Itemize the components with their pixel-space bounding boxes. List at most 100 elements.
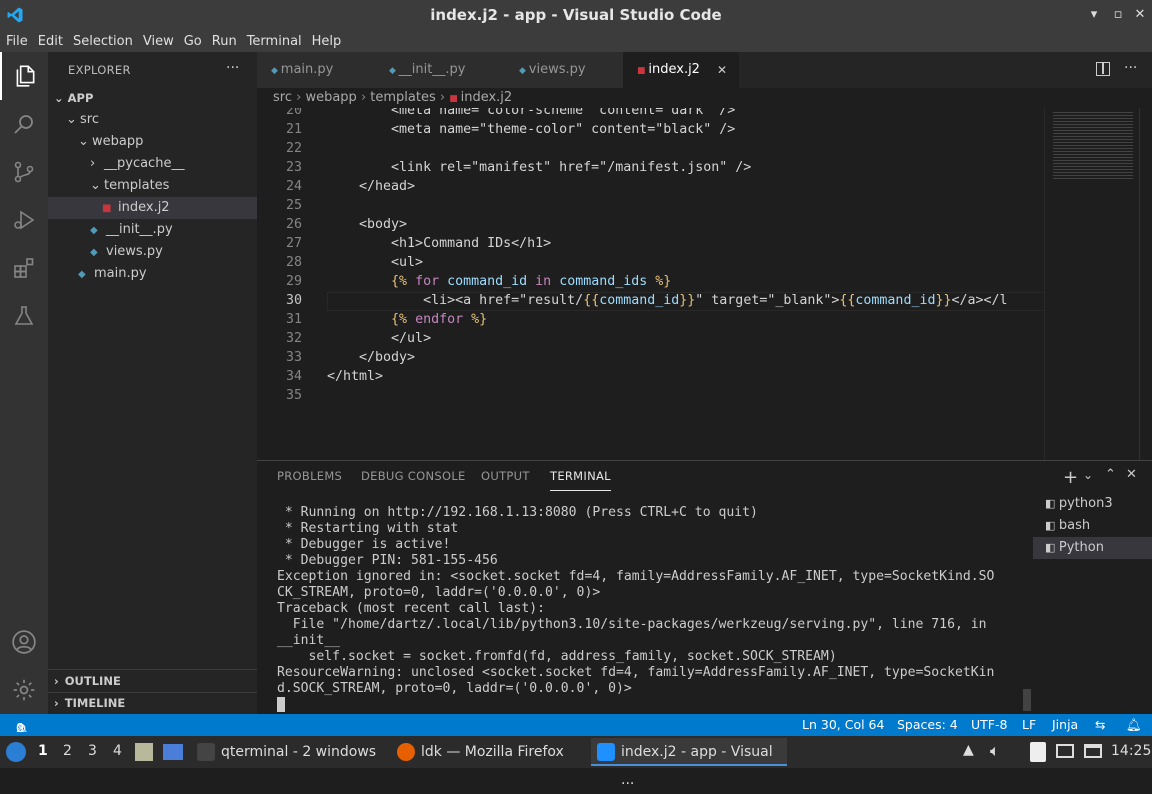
menu-go[interactable]: Go	[180, 34, 206, 49]
breadcrumb-item[interactable]: index.j2	[461, 90, 513, 105]
run-debug-icon[interactable]	[0, 196, 48, 244]
menu-edit[interactable]: Edit	[34, 34, 67, 49]
panel-tab-problems[interactable]: PROBLEMS	[277, 469, 342, 483]
split-editor-icon[interactable]	[1096, 62, 1110, 76]
accounts-icon[interactable]	[0, 618, 48, 666]
code-line: </body>	[327, 350, 416, 365]
menu-selection[interactable]: Selection	[69, 34, 137, 49]
terminal-line: self.socket = socket.fromfd(fd, address_…	[277, 649, 837, 664]
minimize-button[interactable]: ▾	[1084, 5, 1104, 25]
language-mode[interactable]: Jinja	[1052, 717, 1078, 732]
more-actions-icon[interactable]: ···	[226, 60, 239, 76]
tree-item[interactable]: ◆ views.py	[48, 241, 257, 263]
menu-file[interactable]: File	[2, 34, 32, 49]
clock: 14:25	[1111, 743, 1152, 759]
code-token: endfor	[415, 312, 472, 327]
more-actions-icon[interactable]: ···	[1124, 60, 1137, 76]
explorer-icon[interactable]	[0, 52, 48, 100]
start-menu-icon[interactable]	[6, 742, 26, 762]
code-token: command_id	[447, 274, 536, 289]
editor-scrollbar[interactable]	[1139, 108, 1152, 460]
code-token: {{	[839, 293, 856, 308]
menu-view[interactable]: View	[139, 34, 178, 49]
workspace-1[interactable]: 1	[38, 743, 48, 759]
volume-icon[interactable]: 🔈︎	[990, 741, 1000, 761]
minimap[interactable]	[1044, 108, 1139, 460]
search-icon[interactable]	[0, 100, 48, 148]
terminal-label: bash	[1058, 518, 1091, 533]
workspace-3[interactable]: 3	[88, 743, 97, 759]
menu-terminal[interactable]: Terminal	[243, 34, 306, 49]
breadcrumb-item[interactable]: templates	[370, 90, 435, 105]
tree-item[interactable]: › __pycache__	[48, 153, 257, 175]
settings-gear-icon[interactable]	[0, 666, 48, 714]
panel-tab-debug-console[interactable]: DEBUG CONSOLE	[361, 469, 466, 483]
menu-help[interactable]: Help	[308, 34, 346, 49]
end-of-line[interactable]: LF	[1022, 717, 1036, 732]
tab-main-py[interactable]: ◆ main.py	[257, 52, 375, 88]
breadcrumb-item[interactable]: webapp	[305, 90, 356, 105]
explorer-root[interactable]: ⌄ APP	[48, 87, 257, 109]
encoding[interactable]: UTF-8	[971, 717, 1007, 732]
tree-item-label: __init__.py	[106, 222, 173, 237]
terminal-instance[interactable]: ◧ Python	[1033, 537, 1152, 559]
tree-item[interactable]: ◆ main.py	[48, 263, 257, 285]
panel-tab-output[interactable]: OUTPUT	[481, 469, 530, 483]
code-editor[interactable]: 20 <meta name="color-scheme" content="da…	[257, 108, 1152, 460]
maximize-panel-icon[interactable]: ⌃	[1105, 467, 1116, 482]
terminal-line: * Debugger is active!	[277, 537, 451, 552]
timeline-section[interactable]: › TIMELINE	[48, 692, 257, 714]
screen-icon[interactable]	[1056, 744, 1074, 758]
jinja-file-icon: ■	[449, 94, 461, 104]
python-file-icon: ◆	[519, 66, 529, 76]
chevron-right-icon: ›	[356, 90, 371, 105]
code-token: }}	[935, 293, 952, 308]
tab-index-j2[interactable]: ■ index.j2 ✕	[623, 52, 739, 88]
chevron-down-icon[interactable]: ⌄	[1083, 468, 1093, 482]
new-terminal-icon[interactable]: +	[1063, 467, 1078, 488]
maximize-button[interactable]: ▫	[1108, 5, 1128, 25]
tab-views-py[interactable]: ◆ views.py	[505, 52, 623, 88]
clipboard-icon[interactable]	[1030, 742, 1046, 762]
tree-item[interactable]: ⌄ templates	[48, 175, 257, 197]
breadcrumb-item[interactable]: src	[273, 90, 292, 105]
close-tab-icon[interactable]: ✕	[717, 52, 727, 88]
workspace-4[interactable]: 4	[113, 743, 122, 759]
extensions-icon[interactable]	[0, 244, 48, 292]
code-line: </html>	[327, 369, 384, 384]
tab--init-py[interactable]: ◆ __init__.py	[375, 52, 505, 88]
tree-item[interactable]: ⌄ src	[48, 109, 257, 131]
terminal-scrollbar[interactable]	[1023, 689, 1031, 711]
task-button[interactable]: index.j2 - app - Visual ...	[591, 738, 787, 788]
code-line: <meta name="color-scheme" content="dark"…	[327, 108, 736, 118]
tree-item[interactable]: ■ index.j2	[48, 197, 257, 219]
file-manager-icon[interactable]	[135, 743, 153, 761]
chevron-right-icon: ›	[54, 696, 59, 710]
tree-item[interactable]: ⌄ webapp	[48, 131, 257, 153]
keyboard-icon[interactable]	[1084, 744, 1102, 758]
notifications-bell-icon[interactable]: 🔔︎	[1126, 717, 1142, 733]
jinja-file-icon: ■	[102, 203, 112, 214]
terminal-instance[interactable]: ◧ python3	[1033, 493, 1152, 515]
workspace-2[interactable]: 2	[63, 743, 72, 759]
line-number: 21	[285, 122, 302, 137]
outline-section[interactable]: › OUTLINE	[48, 670, 257, 692]
testing-icon[interactable]	[0, 292, 48, 340]
taskbar: ▲ 🔈︎ 14:25 1 2 3 4 qterminal - 2 windows ldk …	[0, 736, 1152, 788]
task-button[interactable]: ldk — Mozilla Firefox	[391, 738, 587, 766]
close-window-button[interactable]: ✕	[1130, 5, 1150, 25]
explorer-title: EXPLORER	[68, 63, 131, 77]
panel-tab-terminal[interactable]: TERMINAL	[550, 469, 611, 491]
source-control-icon[interactable]	[0, 148, 48, 196]
menu-run[interactable]: Run	[208, 34, 241, 49]
indentation[interactable]: Spaces: 4	[897, 717, 958, 732]
tree-item[interactable]: ◆ __init__.py	[48, 219, 257, 241]
terminal-instance[interactable]: ◧ bash	[1033, 515, 1152, 537]
upload-icon[interactable]: ▲	[963, 742, 974, 758]
show-desktop-icon[interactable]	[163, 744, 183, 760]
close-panel-icon[interactable]: ✕	[1126, 467, 1137, 482]
cursor-position[interactable]: Ln 30, Col 64	[802, 717, 884, 732]
feedback-icon[interactable]: ⇆	[1095, 717, 1105, 732]
terminal-output[interactable]: * Running on http://192.168.1.13:8080 (P…	[277, 505, 1017, 697]
task-button[interactable]: qterminal - 2 windows	[191, 738, 381, 766]
